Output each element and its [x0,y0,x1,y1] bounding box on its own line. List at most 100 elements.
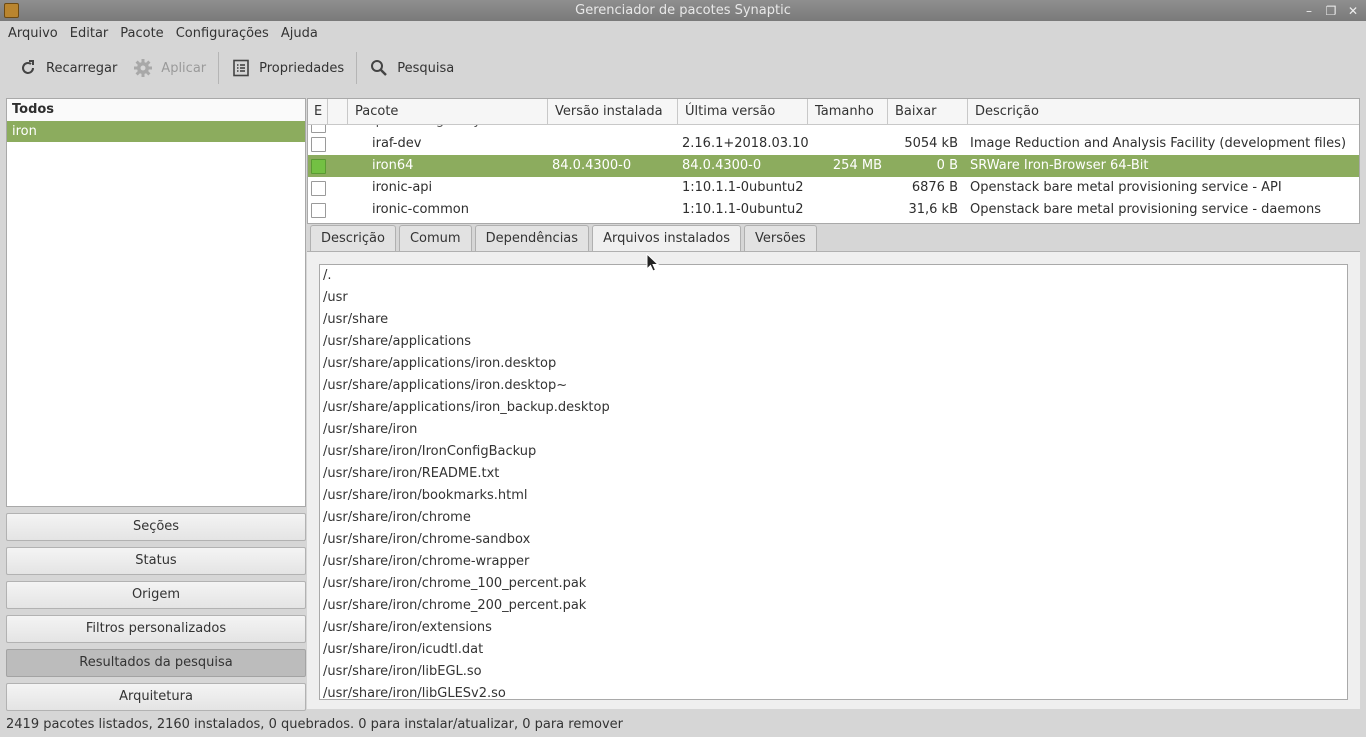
col-description[interactable]: Descrição [968,99,1359,125]
package-description: Openstack bare metal provisioning servic… [970,202,1321,217]
table-row[interactable]: ipwatchd-gnotify 1.0.1-1build1 5536 B Gn… [308,125,1359,133]
row-status-cell [308,177,328,199]
apply-button[interactable]: Aplicar [125,50,214,86]
file-entry: /usr/share/iron/IronConfigBackup [323,444,537,459]
installed-checkbox[interactable] [310,158,326,174]
status-checkbox[interactable] [310,125,326,133]
latest-version: 1.0.1-1build1 [678,125,808,133]
mouse-cursor-icon [646,253,660,272]
tab-dependencies[interactable]: Dependências [474,225,590,253]
file-entry: /usr/share/iron/libEGL.so [323,664,482,679]
support-cell [328,125,348,133]
file-entry: /usr/share [323,312,389,327]
status-bar: 2419 pacotes listados, 2160 instalados, … [0,713,1366,737]
installed-version [548,199,678,221]
properties-icon [231,58,251,78]
table-row[interactable]: ironic-api 1:10.1.1-0ubuntu2 6876 B Open… [308,177,1359,199]
maximize-icon[interactable]: ❐ [1324,4,1338,18]
installed-version [548,125,678,133]
package-description: Openstack bare metal provisioning servic… [970,180,1282,195]
status-checkbox[interactable] [310,136,326,152]
menu-arquivo[interactable]: Arquivo [2,26,64,41]
file-entry: /usr/share/iron/extensions [323,620,492,635]
row-status-cell [308,133,328,155]
col-support[interactable] [328,99,348,125]
row-status-cell [308,155,328,177]
download-size: 6876 B [911,180,958,195]
installed-version [548,177,678,199]
package-name: iraf-dev [372,136,422,151]
support-cell [328,199,348,221]
package-name: ironic-api [372,180,433,195]
package-name: ironic-common [372,202,469,217]
package-description: SRWare Iron-Browser 64-Bit [970,158,1149,173]
menu-pacote[interactable]: Pacote [114,26,169,41]
package-size: 254 MB [832,158,882,173]
properties-button[interactable]: Propriedades [223,50,352,86]
reload-icon [18,58,38,78]
search-results-button[interactable]: Resultados da pesquisa [6,649,306,677]
status-checkbox[interactable] [310,180,326,196]
file-entry: /usr/share/applications/iron.desktop [323,356,557,371]
apply-label: Aplicar [161,60,207,76]
search-result-iron[interactable]: iron [7,121,305,142]
gear-icon [133,58,153,78]
table-body: ipwatchd-gnotify 1.0.1-1build1 5536 B Gn… [308,125,1359,221]
reload-button[interactable]: Recarregar [10,50,125,86]
download-size: 5536 B [886,125,966,133]
file-entry: /usr/share/iron/libGLESv2.so [323,686,506,700]
window-title: Gerenciador de pacotes Synaptic [575,3,791,18]
package-name: ipwatchd-gnotify [348,125,548,133]
latest-version: 84.0.4300-0 [682,158,762,173]
origin-button[interactable]: Origem [6,581,306,609]
search-results-list: Todos iron [6,98,306,507]
download-size: 0 B [936,158,958,173]
menu-bar: Arquivo Editar Pacote Configurações Ajud… [0,21,1366,45]
col-size[interactable]: Tamanho [808,99,888,125]
tab-installed-files[interactable]: Arquivos instalados [592,225,741,253]
synaptic-app-icon [4,3,19,18]
minimize-icon[interactable]: – [1302,4,1316,18]
installed-files-list[interactable]: /. /usr /usr/share /usr/share/applicatio… [319,264,1348,700]
tab-panel: /. /usr /usr/share /usr/share/applicatio… [307,251,1360,709]
custom-filters-button[interactable]: Filtros personalizados [6,615,306,643]
close-icon[interactable]: ✕ [1346,4,1360,18]
col-installed-version[interactable]: Versão instalada [548,99,678,125]
details-tabs: Descrição Comum Dependências Arquivos in… [307,224,817,253]
file-entry: /usr/share/iron/chrome_100_percent.pak [323,576,587,591]
title-bar: Gerenciador de pacotes Synaptic – ❐ ✕ [0,0,1366,21]
package-table: E Pacote Versão instalada Última versão … [307,98,1360,224]
package-size [808,125,886,133]
tab-versions[interactable]: Versões [743,225,817,253]
menu-ajuda[interactable]: Ajuda [275,26,324,41]
properties-label: Propriedades [259,60,345,76]
menu-configuracoes[interactable]: Configurações [170,26,275,41]
installed-version [548,133,678,155]
sections-button[interactable]: Seções [6,513,306,541]
table-row[interactable]: iraf-dev 2.16.1+2018.03.10-2 5054 kB Ima… [308,133,1359,155]
menu-editar[interactable]: Editar [64,26,115,41]
download-size: 5054 kB [904,136,958,151]
file-entry: /usr/share/applications/iron_backup.desk… [323,400,610,415]
support-cell [328,155,348,177]
file-entry: /usr/share/iron/chrome-wrapper [323,554,530,569]
package-description: Image Reduction and Analysis Facility (d… [970,136,1347,151]
status-checkbox[interactable] [310,202,326,218]
file-entry: /usr/share/iron/bookmarks.html [323,488,528,503]
col-package[interactable]: Pacote [348,99,548,125]
package-size [808,177,886,199]
row-status-cell [308,199,328,221]
status-button[interactable]: Status [6,547,306,575]
tab-common[interactable]: Comum [398,225,472,253]
col-download[interactable]: Baixar [888,99,968,125]
toolbar: Recarregar Aplicar Propriedades Pesquisa [0,45,1366,91]
list-header[interactable]: Todos [7,99,305,121]
col-status[interactable]: E [308,99,328,125]
tab-description[interactable]: Descrição [310,225,396,253]
col-latest-version[interactable]: Última versão [678,99,808,125]
table-row-selected[interactable]: iron64 84.0.4300-0 84.0.4300-0 254 MB 0 … [308,155,1359,177]
search-button[interactable]: Pesquisa [361,50,462,86]
table-row[interactable]: ironic-common 1:10.1.1-0ubuntu2 31,6 kB … [308,199,1359,221]
architecture-button[interactable]: Arquitetura [6,683,306,711]
support-cell [328,133,348,155]
